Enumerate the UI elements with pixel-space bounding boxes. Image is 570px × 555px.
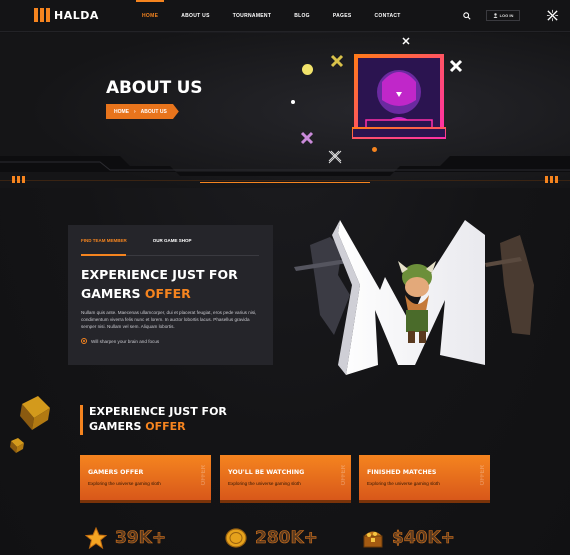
- feature-ghost-text: OFFER: [201, 465, 207, 486]
- site-header: HALDA HOME ABOUT US TOURNAMENT BLOG PAGE…: [0, 0, 570, 32]
- feature-ghost-text: OFFER: [480, 465, 486, 486]
- nav-home[interactable]: HOME: [135, 0, 165, 32]
- tab-underline: [81, 254, 259, 256]
- tab-find-team-member[interactable]: FIND TEAM MEMBER: [81, 238, 127, 249]
- logo[interactable]: HALDA: [34, 8, 99, 22]
- feature-card-gamers-offer[interactable]: GAMERS OFFER Exploring the universe gami…: [80, 455, 211, 500]
- x-decor-icon: [402, 37, 410, 45]
- login-label: LOG IN: [499, 13, 514, 18]
- breadcrumb-separator: ›: [134, 108, 136, 115]
- nav-pages[interactable]: PAGES: [333, 0, 352, 32]
- halda-m-character-illustration: [294, 220, 534, 375]
- about-bullet-text: Will sharpen your brain and focus: [91, 338, 160, 344]
- breadcrumb: HOME › ABOUT US: [106, 104, 179, 119]
- stat-players: 39K+: [85, 527, 166, 549]
- about-title: EXPERIENCE JUST FOR GAMERS OFFER: [81, 265, 261, 303]
- feature-subtitle: Exploring the universe gaming sloth: [367, 481, 440, 486]
- dot-decor: [302, 64, 313, 75]
- feature-subtitle: Exploring the universe gaming sloth: [88, 481, 161, 486]
- stat-prize: $40K+: [362, 527, 455, 549]
- stat-value: 280K+: [255, 528, 319, 549]
- nav-contact[interactable]: CONTACT: [374, 0, 400, 32]
- feature-subtitle: Exploring the universe gaming sloth: [228, 481, 301, 486]
- feature-title: GAMERS OFFER: [88, 469, 144, 476]
- about-title-highlight: OFFER: [144, 286, 191, 301]
- login-button[interactable]: LOG IN: [486, 10, 520, 21]
- about-description: Nullam quis ante. Maecenas ullamcorper, …: [81, 310, 257, 329]
- feature-card-finished-matches[interactable]: FINISHED MATCHES Exploring the universe …: [359, 455, 490, 500]
- gamer-avatar-illustration: [352, 54, 446, 139]
- breadcrumb-home[interactable]: HOME: [114, 109, 129, 115]
- stat-value: 39K+: [115, 528, 167, 549]
- about-tabs: FIND TEAM MEMBER OUR GAME SHOP: [81, 238, 192, 249]
- main-nav: HOME ABOUT US TOURNAMENT BLOG PAGES CONT…: [135, 0, 424, 32]
- bullet-icon: [81, 338, 87, 344]
- cube-decor: [20, 396, 50, 430]
- page: HALDA HOME ABOUT US TOURNAMENT BLOG PAGE…: [0, 0, 570, 555]
- treasure-chest-icon: [363, 531, 383, 548]
- nav-blog[interactable]: BLOG: [294, 0, 310, 32]
- cube-decor: [10, 438, 24, 453]
- nav-about-us[interactable]: ABOUT US: [181, 0, 210, 32]
- about-bullet: Will sharpen your brain and focus: [81, 338, 159, 344]
- star-icon: [85, 527, 107, 549]
- search-icon[interactable]: [463, 12, 471, 20]
- section-title-highlight: OFFER: [145, 420, 186, 433]
- x-decor-icon: [330, 54, 344, 68]
- page-title: ABOUT US: [106, 78, 203, 98]
- stat-value: $40K+: [392, 528, 456, 549]
- about-card: FIND TEAM MEMBER OUR GAME SHOP EXPERIENC…: [68, 225, 273, 365]
- section-title: EXPERIENCE JUST FOR GAMERS OFFER: [89, 404, 249, 434]
- logo-text: HALDA: [54, 8, 99, 22]
- feature-card-watching[interactable]: YOU'LL BE WATCHING Exploring the univers…: [220, 455, 351, 500]
- offcanvas-menu-icon[interactable]: [546, 9, 559, 22]
- tab-our-game-shop[interactable]: OUR GAME SHOP: [153, 238, 192, 249]
- feature-ghost-text: OFFER: [341, 465, 347, 486]
- section-accent-bar: [80, 405, 83, 435]
- breadcrumb-current: ABOUT US: [140, 108, 167, 115]
- user-icon: [493, 13, 498, 18]
- logo-icon: [34, 8, 50, 22]
- stat-coins: 280K+: [225, 527, 318, 549]
- x-decor-icon: [300, 131, 314, 145]
- x-decor-icon: [449, 59, 463, 73]
- nav-tournament[interactable]: TOURNAMENT: [233, 0, 271, 32]
- feature-title: YOU'LL BE WATCHING: [228, 469, 305, 476]
- dot-decor: [291, 100, 295, 104]
- banner-divider-shape: [0, 156, 570, 183]
- feature-title: FINISHED MATCHES: [367, 469, 437, 476]
- coin-icon: [225, 528, 247, 548]
